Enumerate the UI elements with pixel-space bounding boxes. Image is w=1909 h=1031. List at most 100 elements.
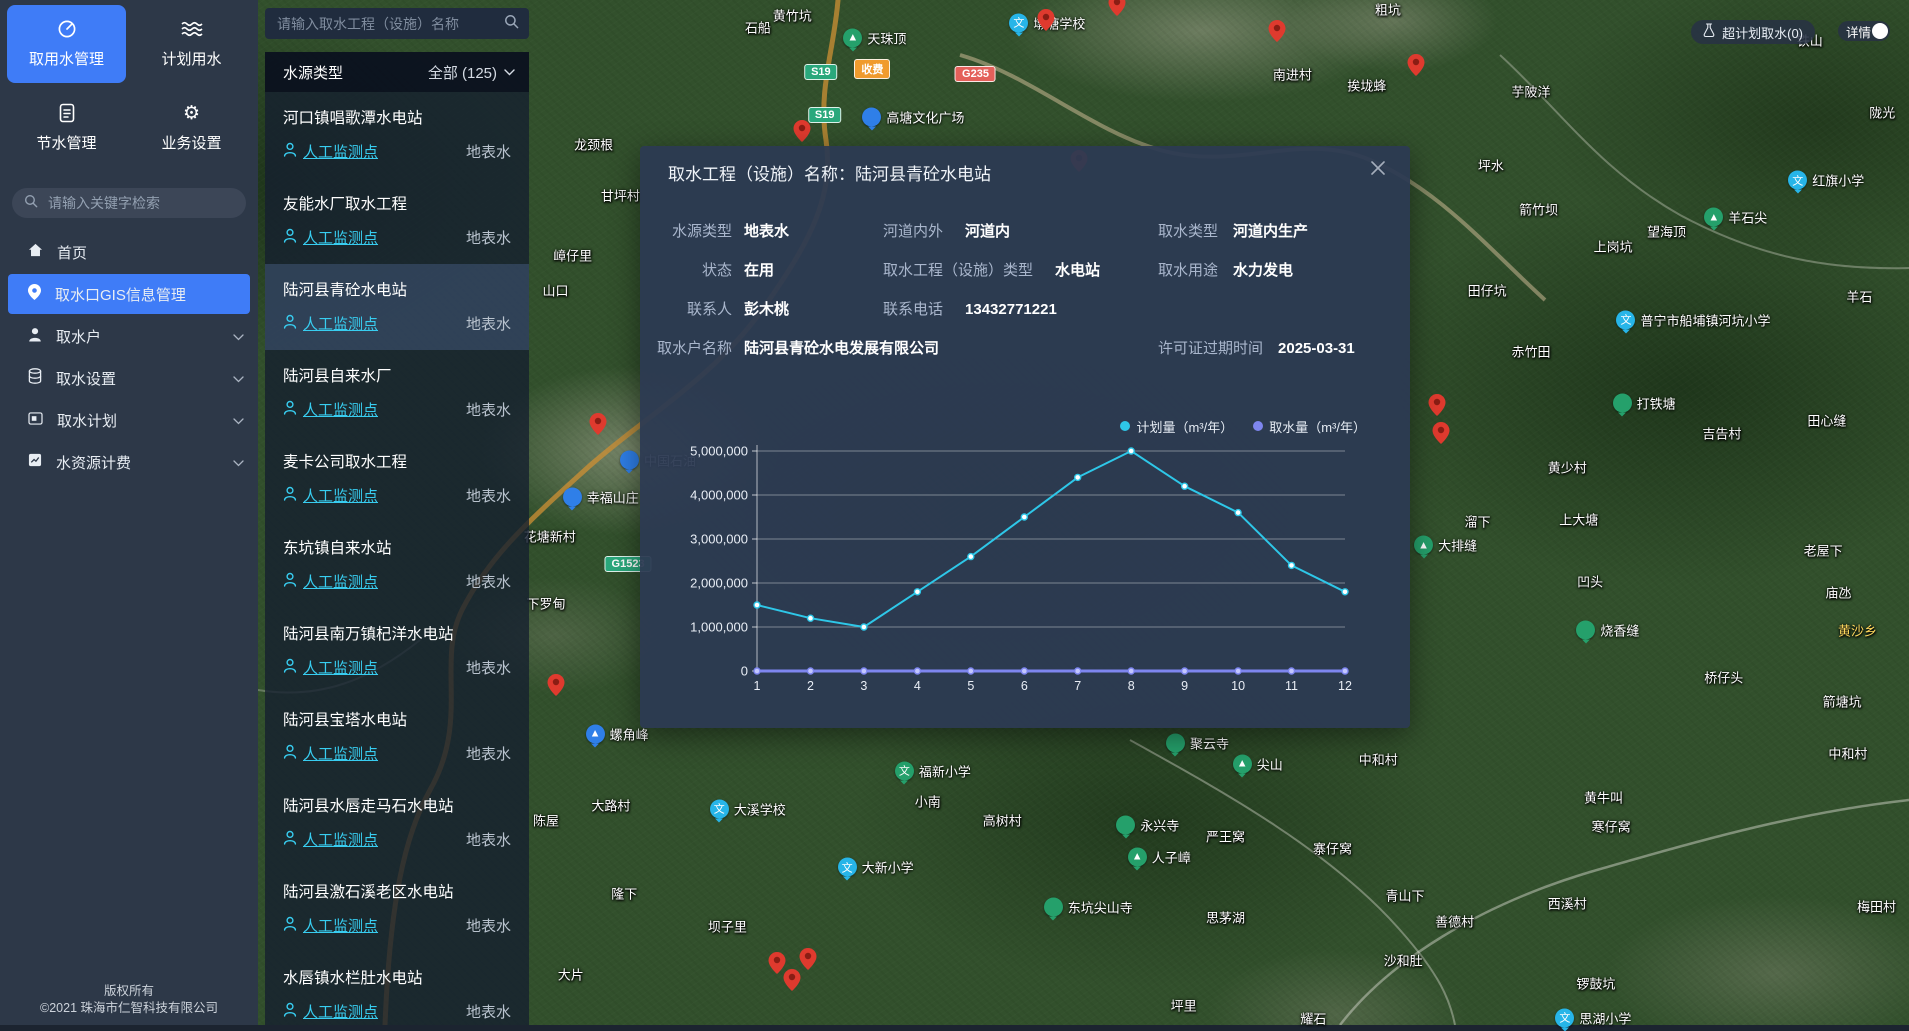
map-marker-red-icon[interactable] bbox=[1408, 54, 1425, 81]
station-list-item[interactable]: 陆河县自来水厂 人工监测点 地表水 bbox=[265, 350, 529, 436]
module-planned-water-use[interactable]: 计划用水 bbox=[132, 5, 251, 83]
station-search-input[interactable] bbox=[275, 15, 504, 33]
monitor-point-link[interactable]: 人工监测点 bbox=[303, 915, 378, 936]
map-label: 芋陂洋 bbox=[1512, 82, 1551, 101]
close-icon[interactable] bbox=[1370, 160, 1386, 176]
over-plan-intake-badge[interactable]: 超计划取水(0) bbox=[1691, 20, 1815, 44]
station-list-item[interactable]: 东坑镇自来水站 人工监测点 地表水 bbox=[265, 522, 529, 608]
legend-item[interactable]: 取水量（m³/年） bbox=[1253, 417, 1366, 436]
map-poi-marker[interactable]: ▲ 尖山 bbox=[1233, 754, 1283, 773]
source-type-filter-row: 水源类型 全部 (125) bbox=[265, 52, 529, 92]
field-value: 地表水 bbox=[744, 220, 789, 241]
map-marker-red-icon[interactable] bbox=[793, 120, 810, 147]
map-poi-marker[interactable]: 东坑尖山寺 bbox=[1044, 898, 1133, 917]
monitor-point-link[interactable]: 人工监测点 bbox=[303, 743, 378, 764]
map-label: 凹头 bbox=[1577, 572, 1603, 591]
menu-item-water-users[interactable]: 取水户 bbox=[0, 316, 258, 356]
monitor-point-link[interactable]: 人工监测点 bbox=[303, 227, 378, 248]
poi-pin-icon: 文 bbox=[895, 761, 914, 780]
chevron-down-icon bbox=[233, 370, 244, 387]
map-marker-red-icon[interactable] bbox=[1269, 20, 1286, 47]
map-marker-red-icon[interactable] bbox=[1108, 0, 1125, 21]
card-icon bbox=[28, 412, 43, 429]
menu-item-home[interactable]: 首页 bbox=[0, 232, 258, 272]
map-poi-marker[interactable]: 聚云寺 bbox=[1166, 734, 1229, 753]
menu-item-intake-plan[interactable]: 取水计划 bbox=[0, 400, 258, 440]
map-poi-marker[interactable]: ▲螺角峰 bbox=[586, 724, 649, 743]
menu-item-water-resource-billing[interactable]: 水资源计费 bbox=[0, 442, 258, 482]
station-list-item[interactable]: 河口镇唱歌潭水电站 人工监测点 地表水 bbox=[265, 92, 529, 178]
map-poi-marker[interactable]: ▲羊石尖 bbox=[1704, 208, 1767, 227]
sidebar-search-input[interactable] bbox=[46, 194, 234, 212]
poi-label: 尖山 bbox=[1257, 754, 1283, 773]
menu-item-label: 首页 bbox=[57, 242, 87, 263]
map-label: 挨垅蜂 bbox=[1347, 76, 1386, 95]
menu-item-intake-settings[interactable]: 取水设置 bbox=[0, 358, 258, 398]
poi-label: 思湖小学 bbox=[1579, 1008, 1631, 1027]
map-poi-marker[interactable]: ▲人子嶂 bbox=[1128, 847, 1191, 866]
map-poi-marker[interactable]: 文普宁市船埔镇河坑小学 bbox=[1616, 310, 1770, 329]
map-poi-marker[interactable]: 文红旗小学 bbox=[1788, 171, 1864, 190]
modal-field: 水源类型地表水 bbox=[652, 220, 789, 241]
menu-item-gis-info-management[interactable]: 取水口GIS信息管理 bbox=[8, 274, 250, 314]
station-list-item[interactable]: 陆河县激石溪老区水电站 人工监测点 地表水 bbox=[265, 866, 529, 952]
map-label: 赤竹田 bbox=[1512, 341, 1551, 360]
map-poi-marker[interactable]: 文思湖小学 bbox=[1555, 1008, 1631, 1027]
monitor-point-link[interactable]: 人工监测点 bbox=[303, 1001, 378, 1022]
monitor-point-link[interactable]: 人工监测点 bbox=[303, 141, 378, 162]
map-marker-red-icon[interactable] bbox=[547, 674, 564, 701]
map-marker-red-icon[interactable] bbox=[1433, 422, 1450, 449]
map-label: 锣鼓坑 bbox=[1576, 973, 1615, 992]
filter-dropdown[interactable]: 全部 (125) bbox=[428, 62, 515, 83]
module-water-intake-management[interactable]: 取用水管理 bbox=[7, 5, 126, 83]
poi-pin-icon: ▲ bbox=[1704, 208, 1723, 227]
module-label: 业务设置 bbox=[161, 132, 221, 153]
legend-item[interactable]: 计划量（m³/年） bbox=[1120, 417, 1233, 436]
detail-toggle[interactable]: 详情 bbox=[1838, 21, 1890, 41]
poi-pin-icon bbox=[1613, 393, 1632, 412]
map-label: 陇光 bbox=[1869, 102, 1895, 121]
monitor-point-link[interactable]: 人工监测点 bbox=[303, 571, 378, 592]
chart-legend[interactable]: 计划量（m³/年） 取水量（m³/年） bbox=[658, 414, 1392, 438]
map-poi-marker[interactable]: 高塘文化广场 bbox=[862, 107, 964, 126]
module-business-settings[interactable]: ⚙ 业务设置 bbox=[132, 89, 251, 167]
monitor-point-link[interactable]: 人工监测点 bbox=[303, 313, 378, 334]
map-poi-marker[interactable]: 幸福山庄 bbox=[563, 488, 639, 507]
station-list: 河口镇唱歌潭水电站 人工监测点 地表水 友能水厂取水工程 人工监测点 地表水 陆… bbox=[265, 92, 529, 1025]
map-poi-marker[interactable]: 烧香缝 bbox=[1576, 621, 1639, 640]
station-list-item[interactable]: 麦卡公司取水工程 人工监测点 地表水 bbox=[265, 436, 529, 522]
station-list-item[interactable]: 陆河县南万镇杞洋水电站 人工监测点 地表水 bbox=[265, 608, 529, 694]
map-poi-marker[interactable]: 文大新小学 bbox=[838, 858, 914, 877]
station-list-item[interactable]: 陆河县青砼水电站 人工监测点 地表水 bbox=[265, 264, 529, 350]
poi-pin-icon: 文 bbox=[1009, 13, 1028, 32]
search-icon[interactable] bbox=[504, 14, 519, 34]
poi-pin-icon bbox=[1166, 734, 1185, 753]
monitor-point-link[interactable]: 人工监测点 bbox=[303, 829, 378, 850]
station-list-item[interactable]: 水唇镇水栏肚水电站 人工监测点 地表水 bbox=[265, 952, 529, 1025]
map-marker-red-icon[interactable] bbox=[1038, 9, 1055, 36]
water-source-type: 地表水 bbox=[466, 141, 511, 162]
station-list-item[interactable]: 友能水厂取水工程 人工监测点 地表水 bbox=[265, 178, 529, 264]
map-marker-red-icon[interactable] bbox=[799, 948, 816, 975]
field-label: 河道内外 bbox=[883, 220, 943, 241]
chevron-down-icon bbox=[504, 69, 515, 76]
station-sub-row: 人工监测点 地表水 bbox=[283, 399, 511, 420]
monitor-point-link[interactable]: 人工监测点 bbox=[303, 399, 378, 420]
monitor-point-link[interactable]: 人工监测点 bbox=[303, 657, 378, 678]
map-poi-marker[interactable]: 文福新小学 bbox=[895, 761, 971, 780]
map-poi-marker[interactable]: ▲大排缝 bbox=[1414, 536, 1477, 555]
poi-pin-icon: ▲ bbox=[1233, 754, 1252, 773]
map-poi-marker[interactable]: 永兴寺 bbox=[1116, 816, 1179, 835]
person-icon bbox=[283, 916, 297, 936]
map-poi-marker[interactable]: ▲天珠顶 bbox=[843, 28, 906, 47]
monitor-point-link[interactable]: 人工监测点 bbox=[303, 485, 378, 506]
station-list-item[interactable]: 陆河县宝塔水电站 人工监测点 地表水 bbox=[265, 694, 529, 780]
station-list-item[interactable]: 陆河县水唇走马石水电站 人工监测点 地表水 bbox=[265, 780, 529, 866]
map-marker-red-icon[interactable] bbox=[1429, 394, 1446, 421]
map-poi-marker[interactable]: 文大溪学校 bbox=[710, 799, 786, 818]
map-marker-red-icon[interactable] bbox=[589, 413, 606, 440]
map-poi-marker[interactable]: 打铁塘 bbox=[1613, 393, 1676, 412]
poi-pin-icon: ▲ bbox=[1414, 536, 1433, 555]
map-label: 西溪村 bbox=[1548, 894, 1587, 913]
module-water-saving-management[interactable]: 节水管理 bbox=[7, 89, 126, 167]
